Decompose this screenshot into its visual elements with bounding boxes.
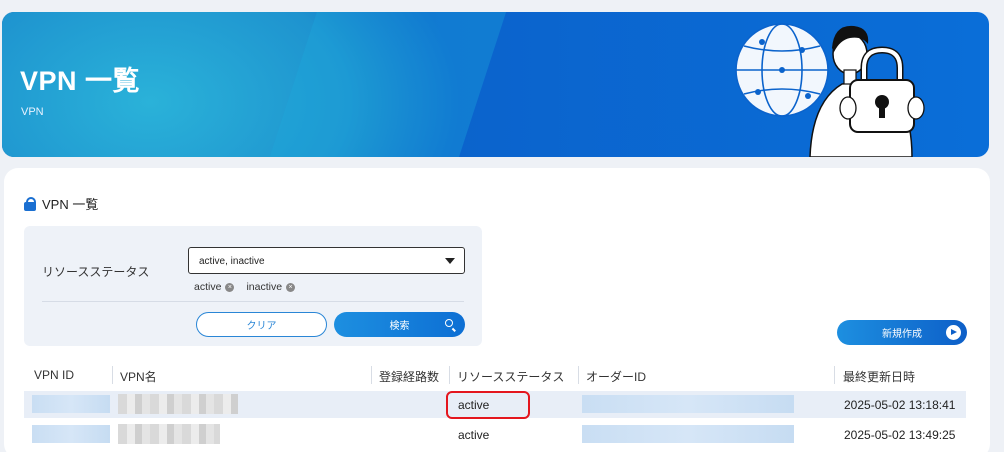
section-title: VPN 一覧 bbox=[24, 194, 98, 213]
column-header-route-count[interactable]: 登録経路数 bbox=[379, 368, 439, 385]
page-subtitle: VPN bbox=[21, 106, 44, 118]
vpn-id-redacted[interactable] bbox=[32, 425, 110, 443]
order-id-redacted[interactable] bbox=[582, 395, 794, 413]
search-button[interactable]: 検索 bbox=[334, 312, 465, 337]
security-illustration bbox=[735, 23, 925, 157]
column-header-resource-status[interactable]: リソースステータス bbox=[457, 368, 564, 385]
lock-icon bbox=[24, 196, 36, 211]
chip-inactive: inactive × bbox=[246, 281, 296, 293]
chip-label: active bbox=[194, 281, 222, 293]
arrow-right-circle-icon bbox=[946, 325, 961, 340]
column-separator bbox=[834, 366, 835, 384]
create-new-label: 新規作成 bbox=[882, 329, 922, 340]
column-separator bbox=[449, 366, 450, 384]
resource-status-select[interactable]: active, inactive bbox=[188, 247, 465, 274]
column-separator bbox=[371, 366, 372, 384]
table-row[interactable]: active 2025-05-02 13:49:25 bbox=[24, 421, 966, 448]
column-header-order-id[interactable]: オーダーID bbox=[586, 368, 646, 385]
chip-active: active × bbox=[194, 281, 235, 293]
column-header-vpn-id[interactable]: VPN ID bbox=[34, 368, 74, 382]
create-new-button[interactable]: 新規作成 bbox=[837, 320, 967, 345]
caret-down-icon bbox=[445, 258, 455, 264]
status-chips: active × inactive × bbox=[194, 281, 296, 293]
search-icon bbox=[445, 319, 453, 327]
order-id-redacted[interactable] bbox=[582, 425, 794, 443]
filter-panel: リソースステータス active, inactive active × inac… bbox=[24, 226, 482, 346]
filter-divider bbox=[42, 301, 464, 302]
column-header-last-updated[interactable]: 最終更新日時 bbox=[843, 368, 915, 385]
status-highlight-box bbox=[446, 391, 530, 419]
remove-chip-icon[interactable]: × bbox=[225, 282, 235, 292]
last-updated-cell: 2025-05-02 13:18:41 bbox=[844, 398, 956, 412]
remove-chip-icon[interactable]: × bbox=[286, 282, 296, 292]
column-header-vpn-name[interactable]: VPN名 bbox=[120, 368, 157, 385]
section-title-label: VPN 一覧 bbox=[42, 197, 99, 212]
column-separator bbox=[578, 366, 579, 384]
resource-status-cell: active bbox=[458, 428, 490, 442]
vpn-name-redacted bbox=[118, 394, 238, 414]
chip-label: inactive bbox=[246, 281, 283, 293]
search-button-label: 検索 bbox=[389, 321, 410, 332]
resource-status-label: リソースステータス bbox=[42, 265, 150, 279]
vpn-id-redacted[interactable] bbox=[32, 395, 110, 413]
page-title: VPN 一覧 bbox=[20, 66, 141, 96]
last-updated-cell: 2025-05-02 13:49:25 bbox=[844, 428, 956, 442]
column-separator bbox=[112, 366, 113, 384]
resource-status-value: active, inactive bbox=[199, 256, 265, 267]
clear-button[interactable]: クリア bbox=[196, 312, 327, 337]
hero-banner: VPN 一覧 VPN bbox=[2, 12, 989, 157]
vpn-name-redacted bbox=[118, 424, 220, 444]
